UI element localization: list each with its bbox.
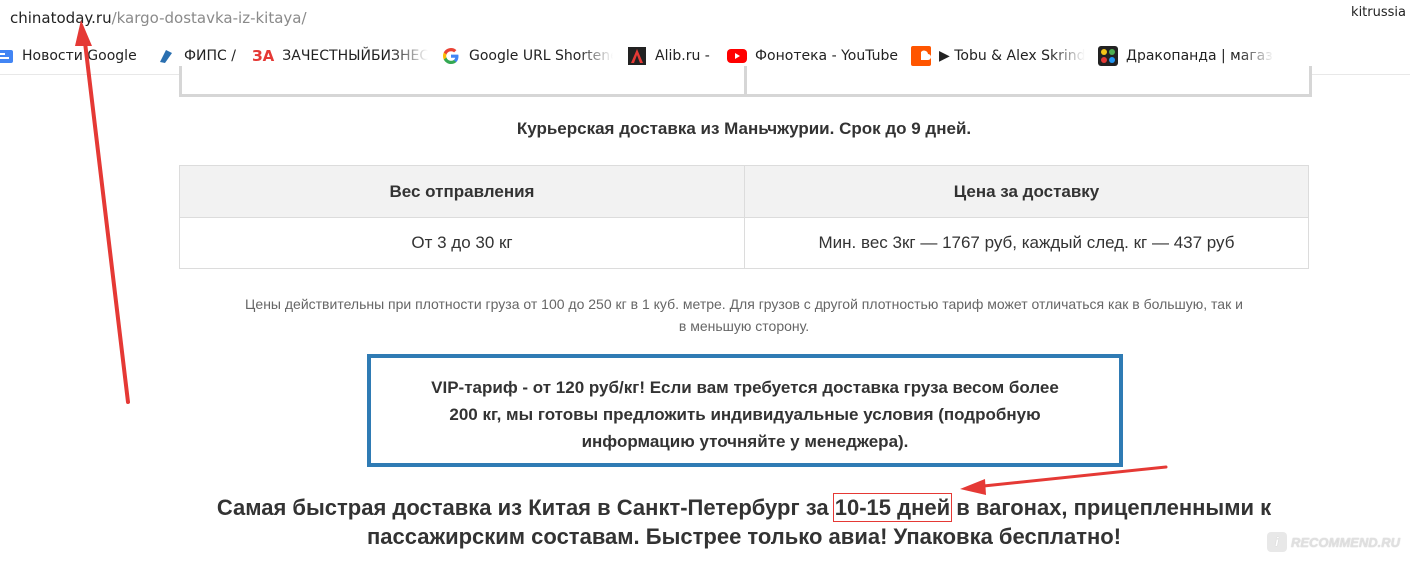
column-header-weight: Вес отправления bbox=[179, 165, 745, 218]
note-line: Цены действительны при плотности груза о… bbox=[245, 296, 1243, 312]
bookmark-label: ФИПС / bbox=[184, 48, 236, 64]
column-header-price: Цена за доставку bbox=[744, 165, 1309, 218]
za-icon: ЗА bbox=[252, 47, 275, 65]
profile-name[interactable]: kitrussia bbox=[1351, 5, 1406, 20]
vip-line: VIP-тариф - от 120 руб/кг! Если вам треб… bbox=[431, 378, 1059, 397]
url-host: chinatoday.ru bbox=[10, 9, 112, 27]
vip-tariff-text: VIP-тариф - от 120 руб/кг! Если вам треб… bbox=[371, 374, 1119, 455]
promo-line: пассажирским составам. Быстрее только ав… bbox=[366, 524, 1122, 549]
alib-icon bbox=[627, 46, 647, 66]
courier-delivery-heading: Курьерская доставка из Маньчжурии. Срок … bbox=[516, 119, 972, 138]
address-bar[interactable]: chinatoday.ru/kargo-dostavka-iz-kitaya/ … bbox=[0, 0, 1410, 36]
promo-line: Самая быстрая доставка из Китая в Санкт-… bbox=[179, 493, 1309, 522]
cell-weight: От 3 до 30 кг bbox=[179, 217, 745, 269]
note-line: в меньшую сторону. bbox=[678, 318, 810, 334]
promo-text-before: Самая быстрая доставка из Китая в Санкт-… bbox=[216, 495, 835, 520]
url-path: /kargo-dostavka-iz-kitaya/ bbox=[111, 9, 307, 27]
table-divider bbox=[744, 66, 747, 94]
bookmark-label: ЗАЧЕСТНЫЙБИЗНЕС bbox=[282, 48, 428, 64]
youtube-icon bbox=[727, 46, 747, 66]
bookmark-google-news[interactable]: Новости Google bbox=[0, 38, 144, 74]
bookmark-label: Дракопанда | магазин bbox=[1126, 48, 1274, 64]
drakopanda-icon bbox=[1098, 46, 1118, 66]
bookmark-label: Alib.ru - bbox=[655, 48, 710, 64]
watermark-text: RECOMMEND.RU bbox=[1290, 534, 1400, 550]
table-row: От 3 до 30 кг Мин. вес 3кг — 1767 руб, к… bbox=[179, 217, 1309, 269]
bookmark-label: Google URL Shortener bbox=[469, 48, 613, 64]
table-header-row: Вес отправления Цена за доставку bbox=[179, 165, 1309, 218]
google-news-icon bbox=[0, 46, 14, 66]
promo-text-after: в вагонах, прицепленными к bbox=[950, 495, 1272, 520]
fast-delivery-promo: Самая быстрая доставка из Китая в Санкт-… bbox=[179, 493, 1309, 551]
previous-table-bottom bbox=[179, 66, 1312, 97]
recommend-watermark: i RECOMMEND.RU bbox=[1266, 532, 1400, 552]
cell-price: Мин. вес 3кг — 1767 руб, каждый след. кг… bbox=[744, 217, 1309, 269]
google-icon bbox=[441, 46, 461, 66]
fips-icon bbox=[156, 46, 176, 66]
vip-line: 200 кг, мы готовы предложить индивидуаль… bbox=[449, 405, 1041, 424]
annotation-arrow-url bbox=[75, 20, 130, 404]
highlighted-days: 10-15 дней bbox=[832, 493, 953, 522]
recommend-logo-icon: i bbox=[1266, 532, 1287, 552]
url-text[interactable]: chinatoday.ru/kargo-dostavka-iz-kitaya/ bbox=[10, 9, 307, 27]
vip-line: информацию уточняйте у менеджера). bbox=[581, 432, 909, 451]
bookmark-label: Новости Google bbox=[22, 48, 137, 64]
annotation-arrow-days bbox=[960, 465, 1168, 495]
vip-tariff-box: VIP-тариф - от 120 руб/кг! Если вам треб… bbox=[367, 354, 1123, 467]
density-note: Цены действительны при плотности груза о… bbox=[179, 293, 1309, 337]
bookmark-label: Фонотека - YouTube bbox=[755, 48, 899, 64]
bookmark-label: ▶ Tobu & Alex Skrindo bbox=[939, 48, 1085, 64]
rates-table: Вес отправления Цена за доставку От 3 до… bbox=[179, 165, 1309, 269]
soundcloud-icon bbox=[911, 46, 931, 66]
